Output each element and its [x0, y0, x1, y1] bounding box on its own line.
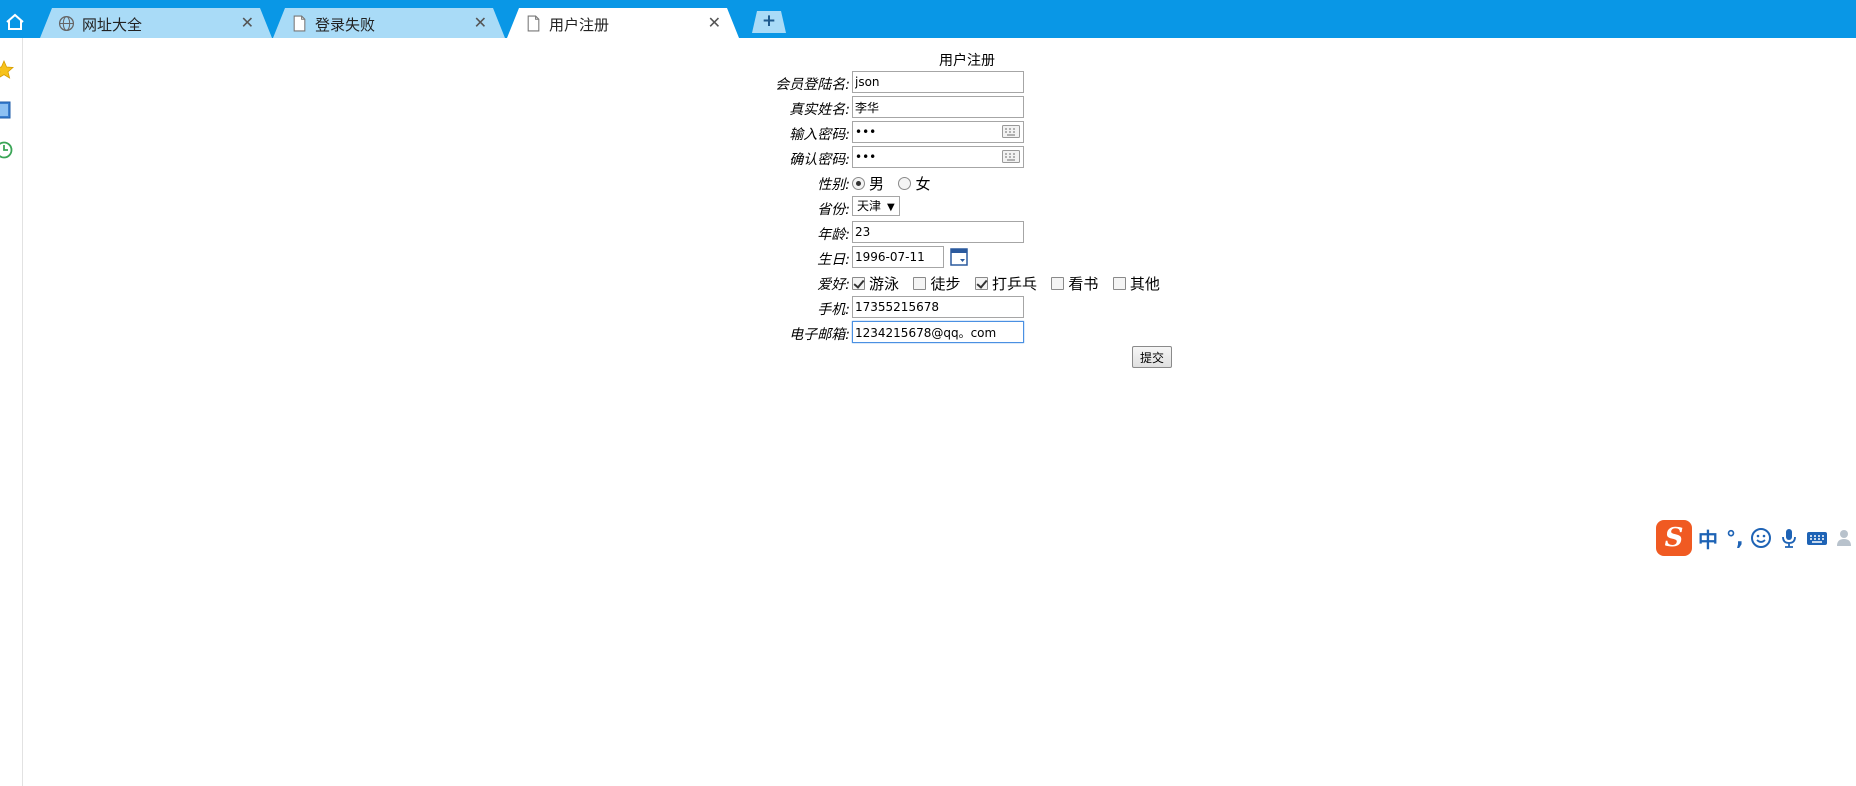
password-input[interactable]: [852, 121, 1024, 143]
hobby-other-checkbox[interactable]: [1112, 277, 1126, 290]
side-rail: [0, 38, 23, 786]
tab-nav-sites[interactable]: 网址大全 ✕: [40, 8, 272, 38]
browser-tab-bar: 网址大全 ✕ 登录失败 ✕ 用户注册 ✕ +: [0, 0, 1856, 38]
ime-toolbar: S 中 °,: [1656, 518, 1856, 558]
gender-male-radio[interactable]: [852, 177, 865, 190]
email-label: 电子邮箱:: [789, 327, 850, 343]
emoji-icon[interactable]: [1750, 527, 1772, 549]
star-icon[interactable]: [0, 60, 14, 80]
home-icon: [6, 13, 24, 30]
row-birthday: 生日:: [752, 246, 1182, 268]
gender-label: 性别:: [817, 177, 850, 193]
realname-label: 真实姓名:: [789, 102, 850, 118]
hobby-hike-label: 徒步: [930, 275, 961, 293]
gender-male-label: 男: [869, 175, 885, 193]
row-confirm-password: 确认密码:: [752, 146, 1182, 168]
phone-input[interactable]: [852, 296, 1024, 318]
hobbies-label: 爱好:: [817, 277, 850, 293]
row-province: 省份: 天津 ▼: [752, 196, 1182, 218]
tab-user-register[interactable]: 用户注册 ✕: [507, 8, 739, 38]
tab-login-failed[interactable]: 登录失败 ✕: [273, 8, 505, 38]
phone-label: 手机:: [817, 302, 850, 318]
age-label: 年龄:: [817, 227, 850, 243]
password-label: 输入密码:: [789, 127, 850, 143]
username-input[interactable]: [852, 71, 1024, 93]
chevron-down-icon: ▼: [887, 202, 895, 213]
calendar-icon[interactable]: [950, 248, 968, 266]
tab-title: 网址大全: [82, 16, 143, 34]
row-submit: 提交: [752, 346, 1182, 368]
hobby-swim-checkbox[interactable]: [852, 277, 865, 290]
hobby-swim-label: 游泳: [869, 275, 900, 293]
username-label: 会员登陆名:: [775, 77, 850, 93]
ime-mode-toggle[interactable]: 中: [1698, 524, 1718, 553]
row-phone: 手机:: [752, 296, 1182, 318]
history-icon[interactable]: [0, 140, 14, 160]
birthday-input[interactable]: [852, 246, 944, 268]
row-password: 输入密码:: [752, 121, 1182, 143]
gender-female-radio[interactable]: [898, 177, 912, 190]
sogou-logo-icon[interactable]: S: [1656, 520, 1692, 556]
tab-title: 登录失败: [315, 16, 376, 34]
gender-female-label: 女: [915, 175, 931, 193]
hobby-pingpong-checkbox[interactable]: [974, 277, 988, 290]
new-tab-button[interactable]: +: [752, 11, 786, 33]
page-icon: [291, 15, 308, 32]
row-email: 电子邮箱:: [752, 321, 1182, 343]
reading-list-icon[interactable]: [0, 100, 14, 120]
hobby-hike-checkbox[interactable]: [913, 277, 927, 290]
row-age: 年龄:: [752, 221, 1182, 243]
birthday-label: 生日:: [817, 252, 850, 268]
page-icon: [525, 15, 542, 32]
row-realname: 真实姓名:: [752, 96, 1182, 118]
hobby-pingpong-label: 打乒乓: [991, 275, 1037, 293]
keyboard-icon[interactable]: [1002, 125, 1020, 138]
confirm-password-input[interactable]: [852, 146, 1024, 168]
home-button[interactable]: [0, 8, 30, 36]
hobby-read-checkbox[interactable]: [1051, 277, 1065, 290]
row-username: 会员登陆名:: [752, 71, 1182, 93]
keyboard-icon[interactable]: [1002, 150, 1020, 163]
close-icon[interactable]: ✕: [708, 13, 721, 32]
province-label: 省份:: [817, 202, 850, 218]
province-value: 天津: [857, 199, 882, 213]
close-icon[interactable]: ✕: [474, 13, 487, 32]
row-gender: 性别: 男 女: [752, 171, 1182, 193]
ime-punctuation-toggle[interactable]: °,: [1726, 526, 1744, 550]
realname-input[interactable]: [852, 96, 1024, 118]
globe-icon: [58, 15, 75, 32]
submit-button[interactable]: 提交: [1132, 346, 1173, 368]
close-icon[interactable]: ✕: [241, 13, 254, 32]
page-title: 用户注册: [939, 53, 995, 69]
row-hobbies: 爱好: 游泳 徒步 打乒乓 看书 其他: [752, 271, 1182, 293]
tab-title: 用户注册: [549, 16, 610, 34]
keyboard-icon[interactable]: [1806, 527, 1828, 549]
province-select[interactable]: 天津 ▼: [852, 196, 900, 216]
hobby-other-label: 其他: [1129, 275, 1160, 293]
age-input[interactable]: [852, 221, 1024, 243]
hobby-read-label: 看书: [1068, 275, 1099, 293]
email-input[interactable]: [852, 321, 1024, 343]
user-icon[interactable]: [1834, 527, 1856, 549]
microphone-icon[interactable]: [1778, 527, 1800, 549]
confirm-password-label: 确认密码:: [789, 152, 850, 168]
